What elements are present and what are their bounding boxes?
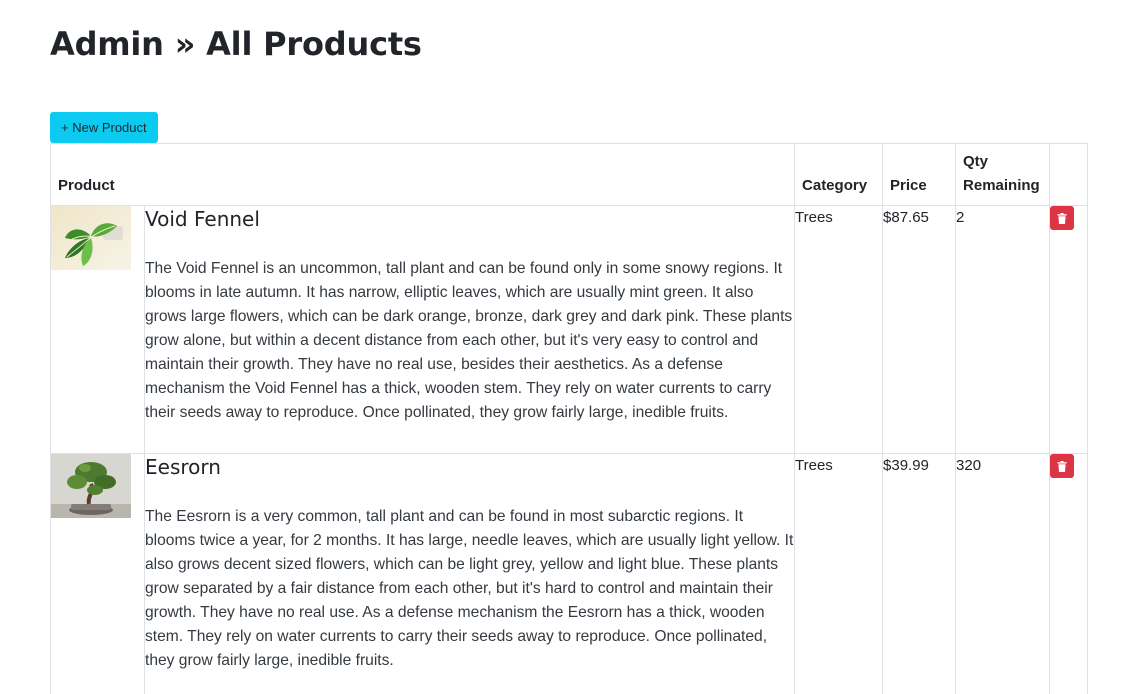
column-header-category[interactable]: Category: [794, 143, 884, 206]
table-row: Eesrorn The Eesrorn is a very common, ta…: [50, 453, 1089, 694]
product-price: $87.65: [882, 205, 957, 454]
product-image-cell: [50, 205, 145, 454]
delete-product-button[interactable]: [1050, 454, 1075, 478]
product-description: The Eesrorn is a very common, tall plant…: [145, 508, 794, 669]
product-image-cell: [50, 453, 145, 694]
product-name[interactable]: Void Fennel: [145, 206, 794, 232]
page-title: Admin » All Products: [50, 25, 422, 63]
product-qty: 320: [955, 453, 1051, 694]
product-category: Trees: [794, 205, 884, 454]
product-description: The Void Fennel is an uncommon, tall pla…: [145, 260, 793, 421]
product-info-cell: Void Fennel The Void Fennel is an uncomm…: [143, 205, 796, 454]
admin-products-page: Admin » All Products + New Product Produ…: [0, 0, 1134, 694]
column-header-actions: [1049, 143, 1089, 206]
bonsai-tree-photo[interactable]: [51, 454, 131, 518]
table-row: Void Fennel The Void Fennel is an uncomm…: [50, 205, 1089, 454]
trash-icon: [1057, 212, 1067, 224]
column-header-price[interactable]: Price: [882, 143, 957, 206]
new-product-button[interactable]: + New Product: [50, 112, 158, 143]
product-category: Trees: [794, 453, 884, 694]
column-header-qty-remaining[interactable]: Qty Remaining: [955, 143, 1051, 206]
product-actions-cell: [1049, 205, 1089, 454]
product-actions-cell: [1049, 453, 1089, 694]
products-table: Product Category Price Qty Remaining Voi…: [49, 143, 1089, 694]
product-price: $39.99: [882, 453, 957, 694]
trash-icon: [1057, 460, 1067, 472]
delete-product-button[interactable]: [1050, 206, 1075, 230]
product-name[interactable]: Eesrorn: [145, 454, 794, 480]
table-header-row: Product Category Price Qty Remaining: [49, 143, 1089, 206]
column-header-product[interactable]: Product: [49, 143, 796, 206]
product-qty: 2: [955, 205, 1051, 454]
product-info-cell: Eesrorn The Eesrorn is a very common, ta…: [143, 453, 796, 694]
potted-plant-leaves-photo[interactable]: [51, 206, 131, 270]
